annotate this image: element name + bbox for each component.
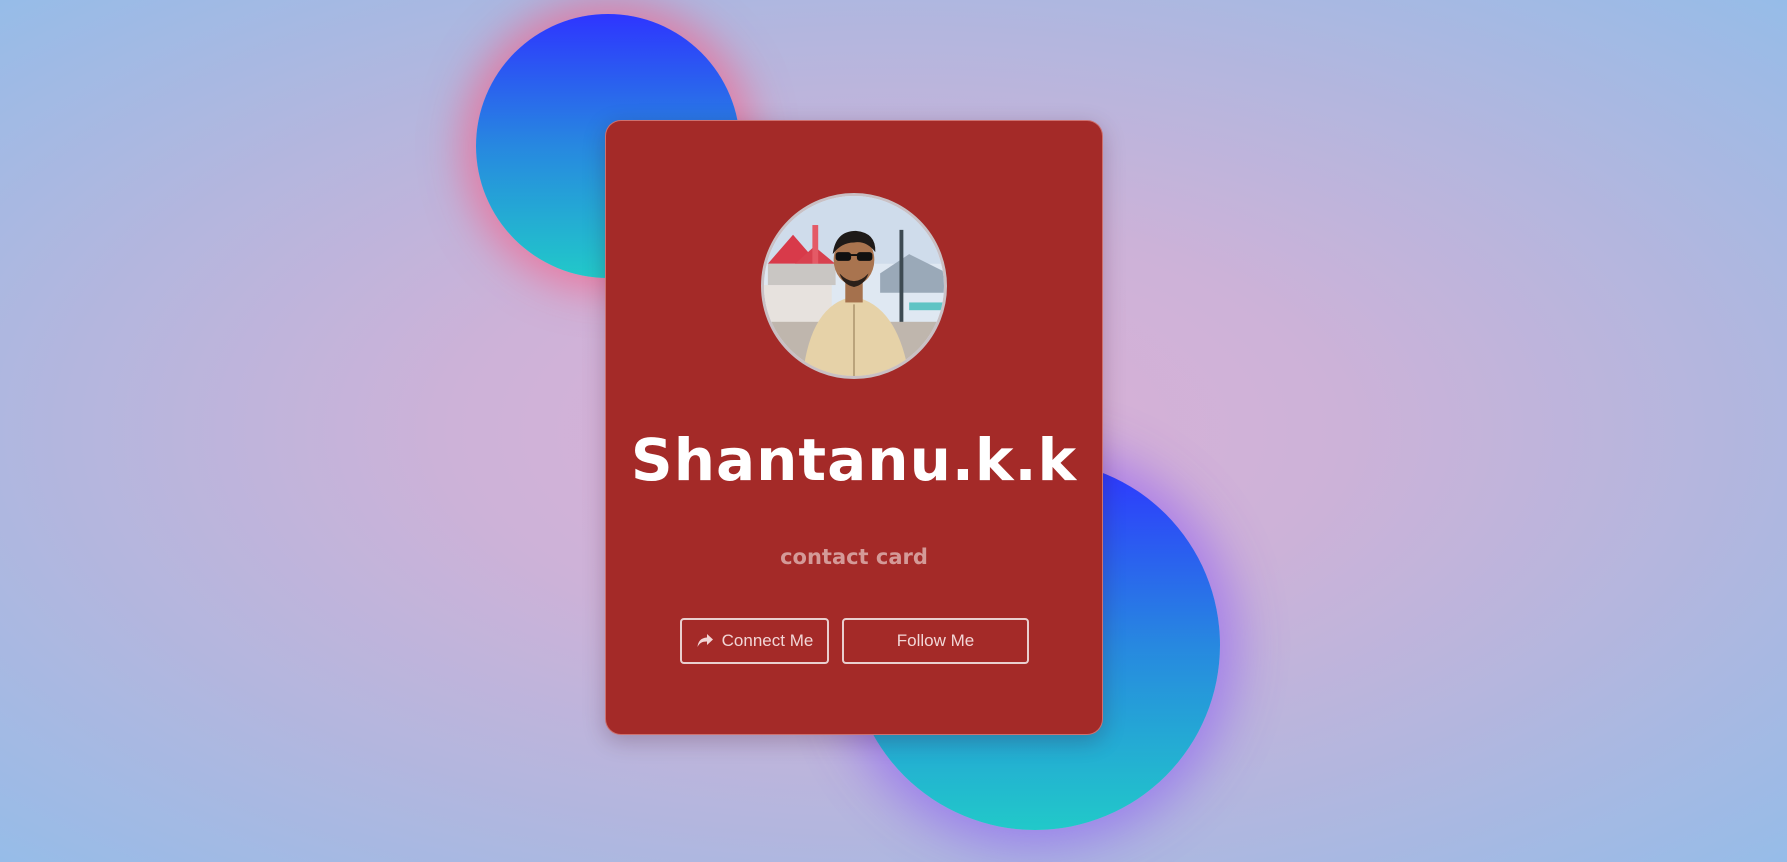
share-icon xyxy=(696,633,714,649)
follow-me-button[interactable]: Follow Me xyxy=(842,618,1029,664)
avatar-photo xyxy=(764,196,944,376)
connect-me-button[interactable]: Connect Me xyxy=(680,618,829,664)
follow-me-label: Follow Me xyxy=(896,631,975,650)
contact-card: Shantanu.k.k contact card Connect Me Fol… xyxy=(605,120,1103,735)
profile-name: Shantanu.k.k xyxy=(630,426,1078,494)
connect-me-label: Connect Me xyxy=(721,631,814,650)
card-subtitle: contact card xyxy=(780,545,928,569)
avatar xyxy=(761,193,947,379)
